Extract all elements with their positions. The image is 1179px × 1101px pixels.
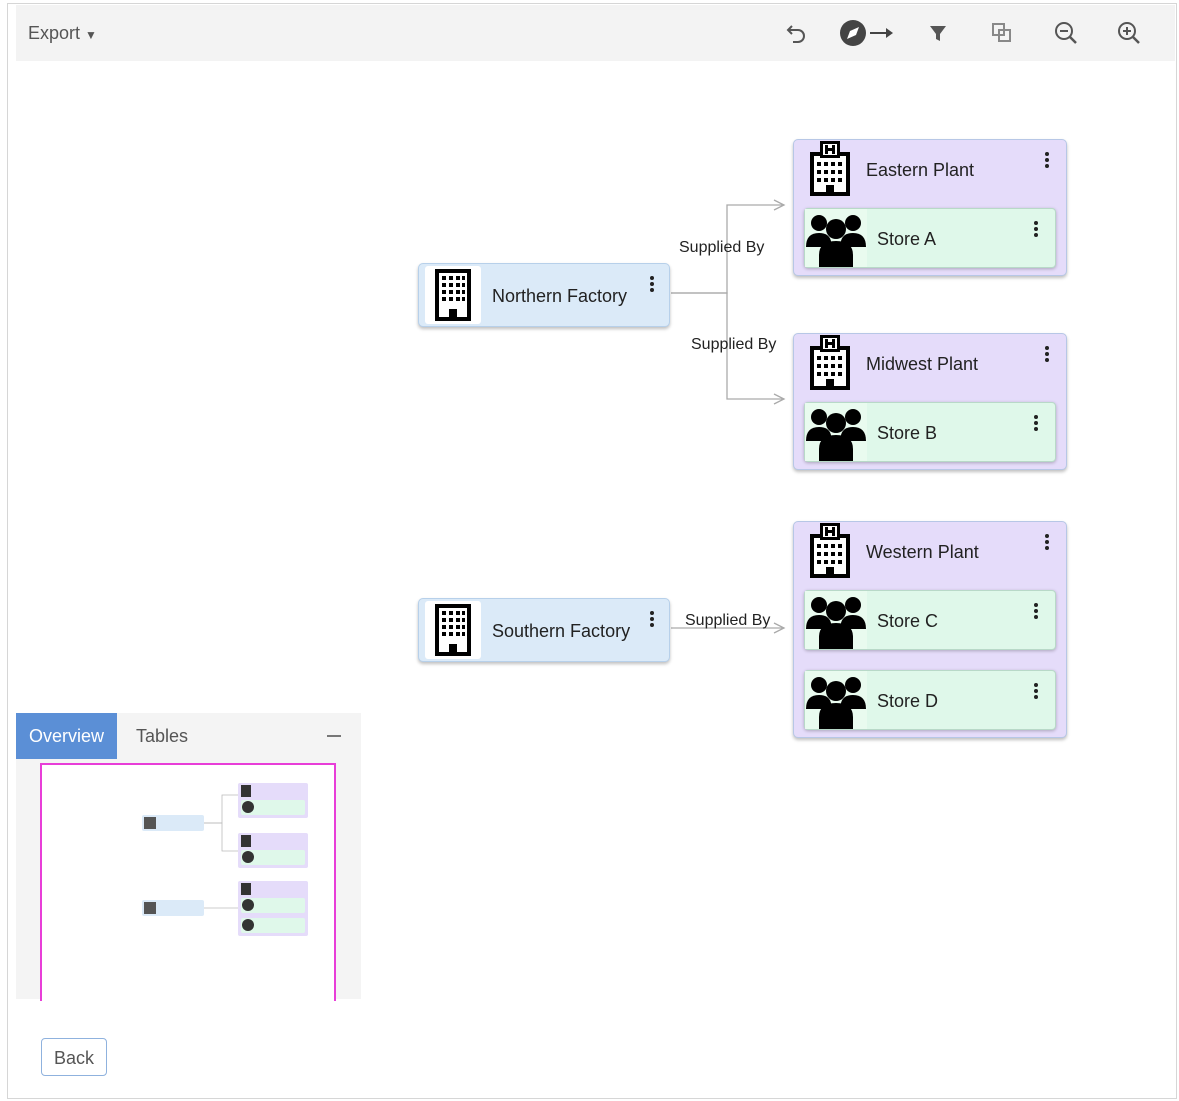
plant-label: Eastern Plant [866, 160, 975, 180]
edge-label: Supplied By [679, 239, 765, 256]
navigate-compass-icon[interactable] [838, 19, 898, 47]
store-node-a[interactable]: Store A [804, 208, 1056, 268]
people-group-icon [805, 209, 867, 267]
node-menu-icon[interactable] [648, 276, 656, 296]
zoom-out-icon[interactable] [1052, 19, 1080, 47]
undo-icon[interactable] [783, 19, 811, 47]
hospital-building-icon [800, 334, 856, 392]
node-menu-icon[interactable] [1032, 221, 1040, 241]
plant-label: Western Plant [866, 542, 979, 562]
edge-label: Supplied By [691, 336, 777, 353]
tab-overview[interactable]: Overview [16, 713, 118, 759]
export-label: Export [28, 23, 81, 43]
store-node-c[interactable]: Store C [804, 590, 1056, 650]
edge-label: Supplied By [685, 612, 771, 629]
building-icon [425, 266, 481, 324]
node-menu-icon[interactable] [1032, 683, 1040, 703]
caret-down-icon: ▼ [85, 28, 97, 42]
overview-panel: Overview Tables [16, 713, 361, 1001]
back-button[interactable]: Back [41, 1038, 107, 1076]
group-western-plant[interactable]: Western Plant Store C Store D [793, 521, 1067, 738]
store-node-d[interactable]: Store D [804, 670, 1056, 730]
node-northern-factory[interactable]: Northern Factory [418, 263, 670, 327]
zoom-in-icon[interactable] [1115, 19, 1143, 47]
filter-icon[interactable] [924, 19, 952, 47]
store-label: Store C [877, 611, 939, 631]
plant-label: Midwest Plant [866, 354, 979, 374]
node-menu-icon[interactable] [1043, 346, 1051, 366]
node-menu-icon[interactable] [648, 611, 656, 631]
minimap-graph [142, 783, 308, 936]
hospital-building-icon [800, 522, 856, 580]
toolbar: Export ▼ [16, 5, 1175, 61]
node-menu-icon[interactable] [1043, 152, 1051, 172]
node-label: Northern Factory [492, 286, 628, 306]
people-group-icon [805, 671, 867, 729]
overlap-icon[interactable] [988, 19, 1016, 47]
node-label: Southern Factory [492, 621, 631, 641]
export-menu[interactable]: Export ▼ [28, 23, 97, 44]
overview-minimap[interactable] [40, 763, 336, 1001]
group-eastern-plant[interactable]: Eastern Plant Store A [793, 139, 1067, 276]
store-label: Store A [877, 229, 937, 249]
group-midwest-plant[interactable]: Midwest Plant Store B [793, 333, 1067, 470]
people-group-icon [805, 403, 867, 461]
people-group-icon [805, 591, 867, 649]
store-label: Store B [877, 423, 938, 443]
node-menu-icon[interactable] [1032, 415, 1040, 435]
node-menu-icon[interactable] [1032, 603, 1040, 623]
building-icon [425, 601, 481, 659]
hospital-building-icon [800, 140, 856, 198]
node-southern-factory[interactable]: Southern Factory [418, 598, 670, 662]
store-label: Store D [877, 691, 939, 711]
minimize-icon[interactable] [327, 735, 341, 737]
store-node-b[interactable]: Store B [804, 402, 1056, 462]
node-menu-icon[interactable] [1043, 534, 1051, 554]
tab-tables[interactable]: Tables [123, 713, 201, 759]
